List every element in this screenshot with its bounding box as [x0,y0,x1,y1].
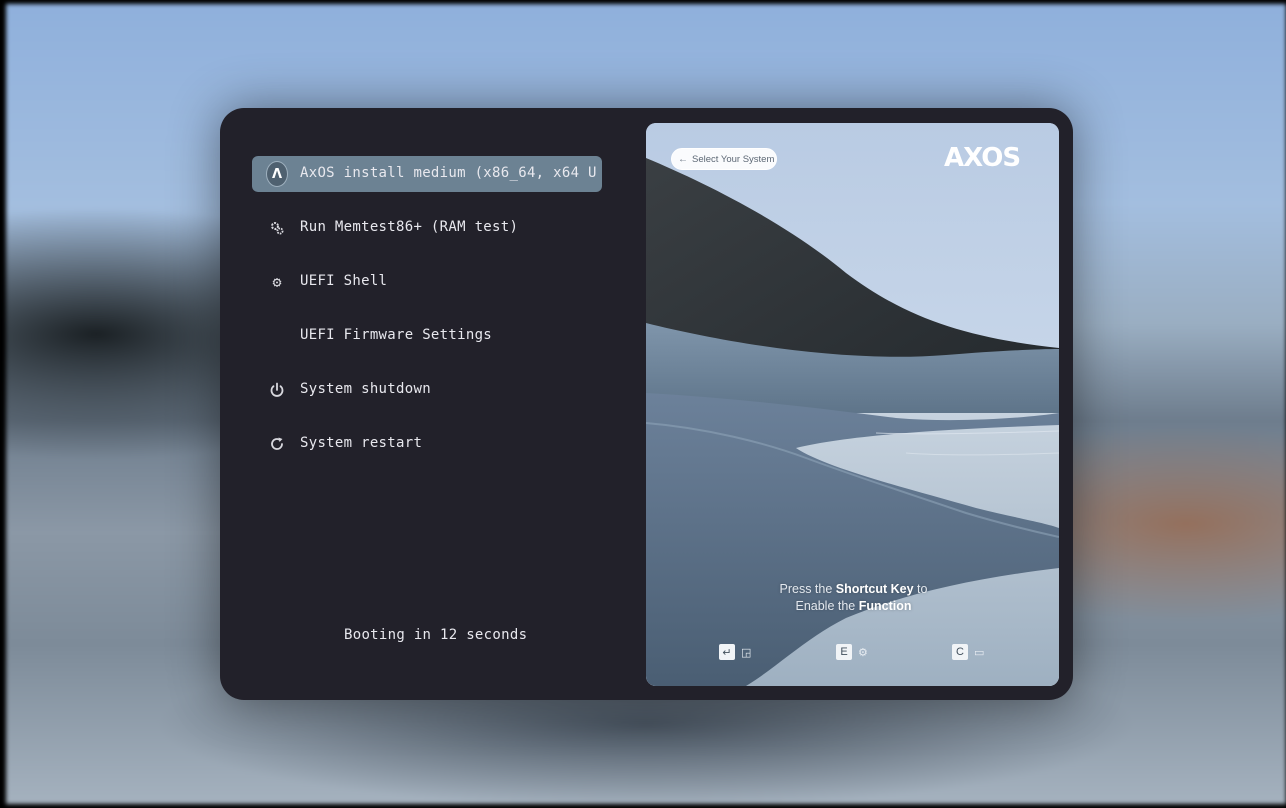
boot-entry-label: System restart [300,435,423,451]
arrow-left-icon: ← [678,153,688,165]
hint-text: Press the [779,582,836,596]
terminal-icon: ▭ [974,645,985,659]
boot-entry-list: Λ AxOS install medium (x86_64, x64 UEF R… [252,156,602,480]
axos-logo-icon: Λ [266,161,288,187]
select-system-label: Select Your System [692,153,775,165]
e-key: E [836,644,852,660]
boot-entry-label: System shutdown [300,381,431,397]
boot-countdown: Booting in 12 seconds [344,627,528,643]
hint-emphasis: Function [858,599,912,613]
boot-entry-restart[interactable]: System restart [252,426,602,462]
boot-icon: ◲ [741,645,752,659]
boot-entry-label: AxOS install medium (x86_64, x64 UEF [300,165,596,181]
shortcut-edit[interactable]: E ⚙ [836,643,868,661]
boot-entry-label: UEFI Firmware Settings [300,327,493,343]
boot-entry-memtest[interactable]: Run Memtest86+ (RAM test) [252,210,602,246]
axos-brand-logo: AXOS [944,143,1021,173]
select-system-button[interactable]: ← Select Your System [671,148,777,170]
restart-icon [266,434,288,454]
enter-key: ↵ [719,644,735,660]
preview-image: ← Select Your System AXOS Press the Shor… [646,123,1059,686]
boot-entry-label: UEFI Shell [300,273,388,289]
gears-icon [266,218,288,238]
shortcut-enter[interactable]: ↵ ◲ [719,643,751,661]
boot-entry-axos-install[interactable]: Λ AxOS install medium (x86_64, x64 UEF [252,156,602,192]
hint-text: Enable the [795,599,859,613]
power-icon [266,380,288,400]
boot-entry-shutdown[interactable]: System shutdown [252,372,602,408]
c-key: C [952,644,968,660]
boot-entry-label: Run Memtest86+ (RAM test) [300,219,519,235]
boot-entry-firmware-settings[interactable]: UEFI Firmware Settings [252,318,602,354]
hint-text: to [913,582,928,596]
boot-menu-window: Λ AxOS install medium (x86_64, x64 UEF R… [220,108,1073,700]
shortcut-hint: Press the Shortcut Key to Enable the Fun… [726,581,981,615]
boot-entry-uefi-shell[interactable]: ⚙ UEFI Shell [252,264,602,300]
shortcut-console[interactable]: C ▭ [952,643,984,661]
hint-emphasis: Shortcut Key [835,582,914,596]
settings-icon: ⚙ [858,645,868,659]
gear-icon: ⚙ [272,273,282,291]
